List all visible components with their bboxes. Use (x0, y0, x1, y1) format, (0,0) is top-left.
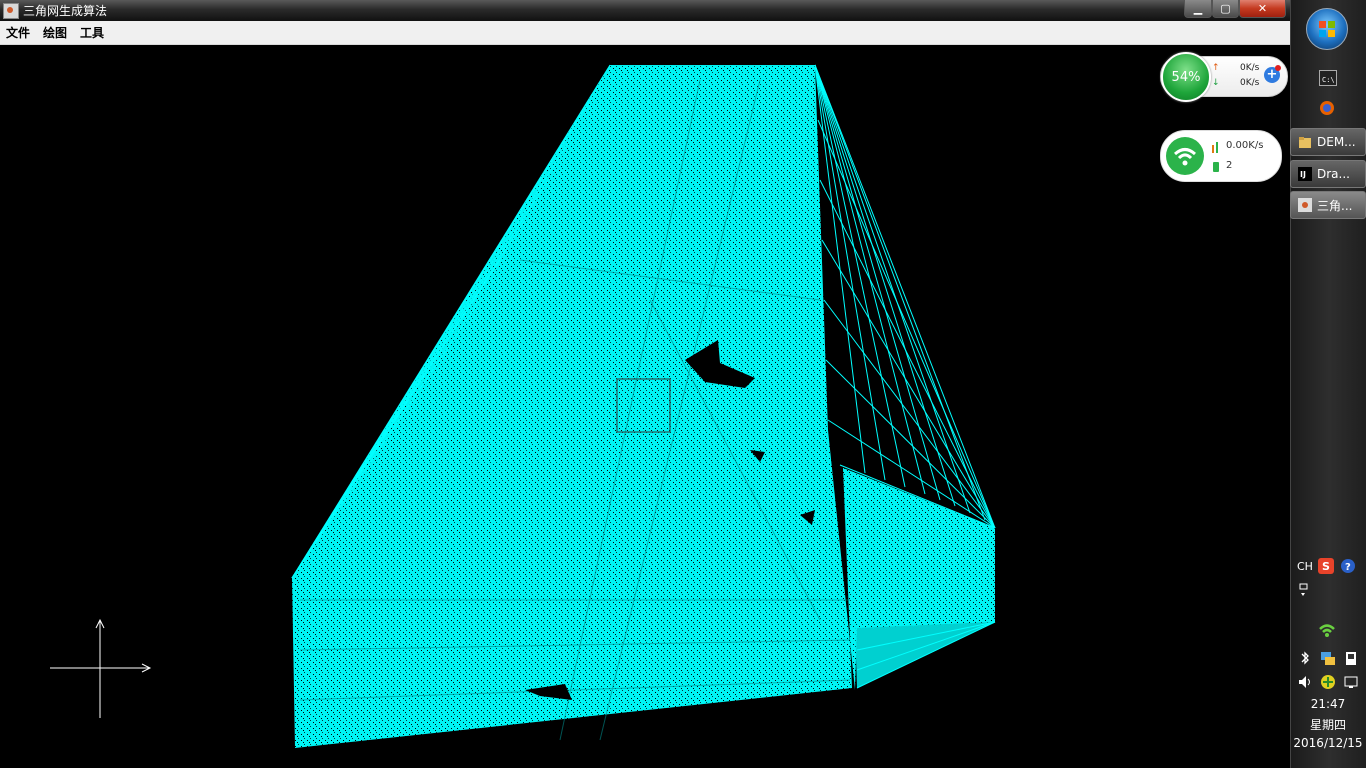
device-tray-icon[interactable] (1343, 650, 1359, 666)
menu-tools[interactable]: 工具 (80, 24, 104, 41)
device-icon (1211, 160, 1221, 172)
taskbar-button-label: DEM... (1317, 135, 1356, 149)
menu-draw[interactable]: 绘图 (43, 24, 67, 41)
title-bar[interactable]: 三角网生成算法 ▁ ▢ ✕ (0, 0, 1290, 21)
language-indicator[interactable]: CH (1297, 560, 1313, 573)
download-speed: 0K/s (1240, 78, 1260, 88)
upload-speed: 0K/s (1240, 63, 1260, 73)
app-window: 三角网生成算法 ▁ ▢ ✕ 文件 绘图 工具 54% ↑ 0K/s ↓ 0K/s… (0, 0, 1290, 768)
svg-text:IJ: IJ (1300, 170, 1306, 179)
download-arrow-icon: ↓ (1212, 78, 1220, 88)
signal-icon (1211, 141, 1221, 153)
clock-date[interactable]: 2016/12/15 (1290, 736, 1366, 750)
clock-time[interactable]: 21:47 (1290, 697, 1366, 711)
taskbar-button-label: Dra... (1317, 167, 1350, 181)
drawing-canvas[interactable] (0, 45, 1290, 768)
java-icon (1298, 198, 1312, 212)
menu-bar: 文件 绘图 工具 (0, 21, 1290, 45)
start-button[interactable] (1306, 8, 1348, 50)
taskbar-button-label: 三角... (1317, 198, 1353, 213)
mesh-right-block (843, 468, 995, 628)
upload-arrow-icon: ↑ (1212, 63, 1220, 73)
connected-devices: 2 (1226, 160, 1233, 171)
window-title: 三角网生成算法 (23, 4, 108, 18)
cmd-icon[interactable]: C:\ (1319, 70, 1337, 86)
security-tray-icon[interactable] (1320, 674, 1336, 690)
close-button[interactable]: ✕ (1239, 0, 1286, 18)
wifi-tray-icon[interactable] (1318, 622, 1335, 638)
window-controls: ▁ ▢ ✕ (1184, 0, 1286, 18)
restore-icon[interactable] (1297, 582, 1313, 598)
bluetooth-icon[interactable] (1297, 650, 1313, 666)
java-app-icon[interactable] (3, 2, 19, 19)
taskbar-button-triangle[interactable]: 三角... (1290, 191, 1366, 219)
folder-icon (1298, 135, 1312, 149)
menu-file[interactable]: 文件 (6, 24, 30, 41)
taskbar-button-dem[interactable]: DEM... (1290, 128, 1366, 156)
network-tray-icon[interactable] (1320, 650, 1336, 666)
memory-gauge[interactable]: 54% (1161, 52, 1211, 102)
notification-dot (1275, 65, 1281, 71)
help-icon[interactable]: ? (1340, 558, 1356, 574)
svg-text:?: ? (1345, 562, 1351, 573)
volume-icon[interactable] (1297, 674, 1313, 690)
clock-weekday[interactable]: 星期四 (1290, 716, 1366, 733)
display-tray-icon[interactable] (1343, 674, 1359, 690)
tin-mesh-drawing (50, 64, 996, 748)
sogou-icon[interactable]: S (1318, 558, 1334, 574)
taskbar-button-dra[interactable]: IJ Dra... (1290, 160, 1366, 188)
axis-indicator (50, 618, 152, 718)
maximize-button[interactable]: ▢ (1212, 0, 1239, 18)
svg-text:S: S (1322, 560, 1330, 573)
firefox-icon[interactable] (1319, 100, 1335, 115)
wifi-icon[interactable] (1166, 137, 1204, 175)
intellij-icon: IJ (1298, 167, 1312, 181)
svg-text:C:\: C:\ (1322, 76, 1335, 84)
minimize-button[interactable]: ▁ (1184, 0, 1212, 18)
wifi-speed: 0.00K/s (1226, 140, 1264, 151)
